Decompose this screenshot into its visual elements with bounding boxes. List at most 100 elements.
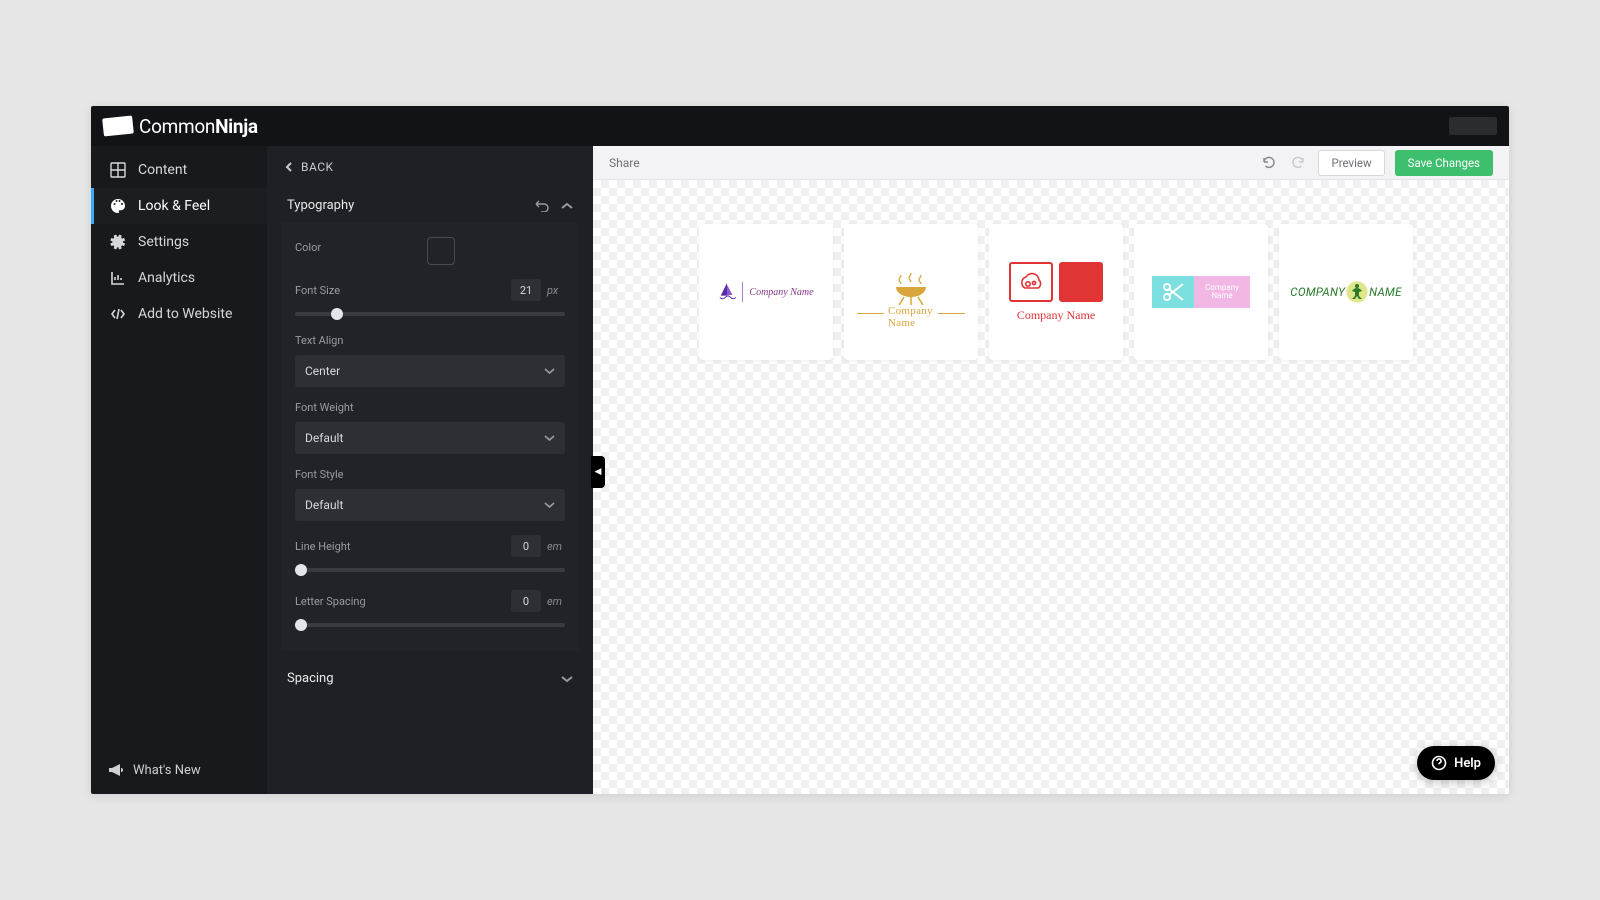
logo-text-a: COMPANY xyxy=(1290,285,1345,299)
sidebar-nav: Content Look & Feel Settings xyxy=(91,146,267,794)
section-title: Spacing xyxy=(287,671,334,686)
chevron-down-icon xyxy=(544,435,555,442)
grill-icon xyxy=(886,271,936,309)
logo-grid: Company Name Company Name xyxy=(699,224,1425,360)
help-icon xyxy=(1431,755,1447,771)
back-label: BACK xyxy=(301,160,334,174)
app-body: Content Look & Feel Settings xyxy=(91,146,1509,794)
section-title: Typography xyxy=(287,198,354,213)
canvas-area: Share Preview Save Changes xyxy=(593,146,1509,794)
chart-icon xyxy=(110,270,126,286)
logo-text: Company Name xyxy=(1194,276,1250,308)
undo-button[interactable] xyxy=(1258,153,1278,173)
section-typography: Typography Color xyxy=(281,188,579,651)
reset-icon[interactable] xyxy=(535,200,549,212)
logo-card[interactable]: COMPANY NAME xyxy=(1279,224,1413,360)
logo-preview-1: Company Name xyxy=(718,281,813,303)
nav-footer-label: What's New xyxy=(133,763,201,778)
logo-text: Company Name xyxy=(1017,308,1095,323)
prop-label: Font Size xyxy=(295,284,340,297)
logo-preview-3: Company Name xyxy=(1009,262,1103,323)
nav-item-label: Analytics xyxy=(138,270,195,286)
scissors-icon xyxy=(1152,276,1194,308)
logo-preview-5: COMPANY NAME xyxy=(1290,280,1401,304)
nav-item-add-to-website[interactable]: Add to Website xyxy=(91,296,267,332)
font-style-select[interactable]: Default xyxy=(295,489,565,521)
back-button[interactable]: BACK xyxy=(281,146,579,188)
grid-icon xyxy=(110,162,126,178)
nav-item-label: Settings xyxy=(138,234,189,250)
palette-icon xyxy=(110,198,126,214)
brand-text: CommonNinja xyxy=(139,115,258,138)
prop-label: Color xyxy=(295,241,321,254)
sailboat-icon xyxy=(718,281,736,303)
logo-text: Company Name xyxy=(749,287,813,298)
brand-badge-icon xyxy=(102,115,134,136)
nav-footer-whats-new[interactable]: What's New xyxy=(91,750,267,794)
letter-spacing-input[interactable] xyxy=(511,590,541,612)
prop-label: Font Weight xyxy=(295,401,565,414)
header-right-placeholder xyxy=(1449,117,1497,135)
chevron-down-icon xyxy=(544,368,555,375)
redo-button[interactable] xyxy=(1288,153,1308,173)
logo-preview-4: Company Name xyxy=(1152,276,1250,308)
nav-item-settings[interactable]: Settings xyxy=(91,224,267,260)
preview-button[interactable]: Preview xyxy=(1318,150,1384,176)
prop-color: Color xyxy=(295,237,565,265)
letter-spacing-slider[interactable] xyxy=(295,623,565,627)
logo-preview-2: Company Name xyxy=(857,271,965,314)
megaphone-icon xyxy=(107,762,123,778)
chevron-down-icon xyxy=(544,502,555,509)
section-head-spacing[interactable]: Spacing xyxy=(281,661,579,696)
chevron-left-icon xyxy=(285,162,293,172)
logo-card[interactable]: Company Name xyxy=(989,224,1123,360)
section-body-typography: Color Font Size px xyxy=(281,223,579,651)
font-size-slider[interactable] xyxy=(295,312,565,316)
nav-items: Content Look & Feel Settings xyxy=(91,146,267,750)
nav-item-analytics[interactable]: Analytics xyxy=(91,260,267,296)
chevron-up-icon[interactable] xyxy=(561,202,573,210)
prop-font-style: Font Style Default xyxy=(295,468,565,521)
logo-card[interactable]: Company Name xyxy=(1134,224,1268,360)
select-value: Default xyxy=(305,431,343,445)
prop-letter-spacing: Letter Spacing em xyxy=(295,590,565,631)
logo-card[interactable]: Company Name xyxy=(844,224,978,360)
nav-item-label: Look & Feel xyxy=(138,198,210,214)
logo-text: Company Name xyxy=(884,305,938,329)
prop-font-weight: Font Weight Default xyxy=(295,401,565,454)
nav-item-label: Add to Website xyxy=(138,306,232,322)
canvas[interactable]: Company Name Company Name xyxy=(593,180,1509,794)
prop-text-align: Text Align Center xyxy=(295,334,565,387)
font-size-input[interactable] xyxy=(511,279,541,301)
cloud-gear-icon xyxy=(1009,262,1053,302)
line-height-input[interactable] xyxy=(511,535,541,557)
gear-icon xyxy=(110,234,126,250)
share-button[interactable]: Share xyxy=(609,156,640,170)
text-align-select[interactable]: Center xyxy=(295,355,565,387)
line-height-slider[interactable] xyxy=(295,568,565,572)
nav-item-label: Content xyxy=(138,162,187,178)
color-swatch[interactable] xyxy=(427,237,455,265)
prop-label: Letter Spacing xyxy=(295,595,366,608)
prop-line-height: Line Height em xyxy=(295,535,565,576)
triangle-left-icon: ◀ xyxy=(595,467,602,477)
properties-panel: BACK Typography Colo xyxy=(267,146,593,794)
help-button[interactable]: Help xyxy=(1417,746,1495,780)
brand-logo[interactable]: CommonNinja xyxy=(103,115,258,138)
prop-label: Font Style xyxy=(295,468,565,481)
chevron-down-icon xyxy=(561,675,573,683)
unit-label: em xyxy=(547,540,565,553)
nav-item-look-and-feel[interactable]: Look & Feel xyxy=(91,188,267,224)
nav-item-content[interactable]: Content xyxy=(91,152,267,188)
prop-label: Text Align xyxy=(295,334,565,347)
logo-card[interactable]: Company Name xyxy=(699,224,833,360)
font-weight-select[interactable]: Default xyxy=(295,422,565,454)
logo-text-b: NAME xyxy=(1369,285,1402,299)
yoga-icon xyxy=(1346,280,1368,304)
prop-label: Line Height xyxy=(295,540,350,553)
panel-collapse-handle[interactable]: ◀ xyxy=(591,456,605,488)
section-head-typography[interactable]: Typography xyxy=(281,188,579,223)
unit-label: px xyxy=(547,284,565,297)
save-changes-button[interactable]: Save Changes xyxy=(1395,150,1493,176)
canvas-toolbar: Share Preview Save Changes xyxy=(593,146,1509,180)
